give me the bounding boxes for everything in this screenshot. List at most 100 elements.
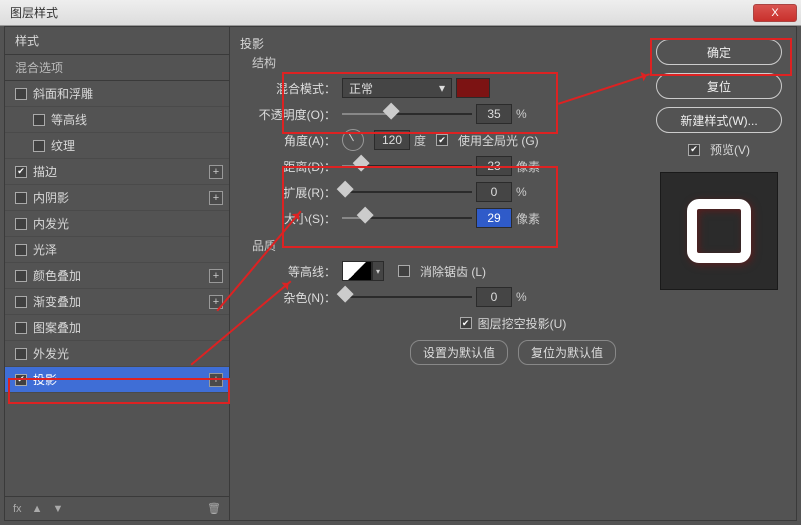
size-unit: 像素	[516, 210, 540, 227]
style-checkbox[interactable]	[15, 270, 27, 282]
size-slider[interactable]	[342, 211, 472, 225]
add-effect-icon[interactable]: +	[209, 269, 223, 283]
sidebar-item-2[interactable]: 纹理	[5, 133, 229, 159]
noise-label: 杂色(N)：	[252, 289, 342, 306]
preview-checkbox[interactable]	[688, 144, 700, 156]
distance-slider[interactable]	[342, 159, 472, 173]
sidebar-item-10[interactable]: 外发光	[5, 341, 229, 367]
chevron-down-icon: ▾	[439, 81, 445, 95]
sidebar-item-label: 等高线	[51, 111, 87, 128]
sidebar-item-3[interactable]: 描边 +	[5, 159, 229, 185]
distance-unit: 像素	[516, 158, 540, 175]
preview-toggle[interactable]: 预览(V)	[688, 141, 750, 158]
blend-mode-label: 混合模式：	[252, 80, 342, 97]
spread-slider[interactable]	[342, 185, 472, 199]
add-effect-icon[interactable]: +	[209, 295, 223, 309]
style-checkbox[interactable]	[15, 348, 27, 360]
style-checkbox[interactable]	[15, 192, 27, 204]
sidebar-item-5[interactable]: 内发光	[5, 211, 229, 237]
distance-label: 距离(D)：	[252, 158, 342, 175]
shadow-color-swatch[interactable]	[456, 78, 490, 98]
reset-default-button[interactable]: 复位为默认值	[518, 340, 616, 365]
sidebar-item-label: 内发光	[33, 215, 69, 232]
close-button[interactable]: X	[753, 4, 797, 22]
preview-shape	[687, 199, 751, 263]
sidebar-item-label: 外发光	[33, 345, 69, 362]
sidebar-item-11[interactable]: 投影+	[5, 367, 229, 393]
sidebar-blend-options[interactable]: 混合选项	[5, 55, 229, 81]
sidebar-item-4[interactable]: 内阴影 +	[5, 185, 229, 211]
size-input[interactable]	[476, 208, 512, 228]
preview-box	[660, 172, 778, 290]
contour-dropdown[interactable]: ▾	[372, 261, 384, 281]
size-label: 大小(S)：	[252, 210, 342, 227]
add-effect-icon[interactable]: +	[209, 191, 223, 205]
sidebar-item-label: 图案叠加	[33, 319, 81, 336]
move-down-icon[interactable]: ▼	[52, 503, 63, 515]
contour-label: 等高线：	[252, 263, 342, 280]
sidebar-item-9[interactable]: 图案叠加	[5, 315, 229, 341]
sidebar-item-label: 渐变叠加	[33, 293, 81, 310]
sidebar-item-7[interactable]: 颜色叠加 +	[5, 263, 229, 289]
opacity-slider[interactable]	[342, 107, 472, 121]
style-checkbox[interactable]	[15, 296, 27, 308]
angle-dial[interactable]	[342, 129, 364, 151]
style-checkbox[interactable]	[15, 374, 27, 386]
style-checkbox[interactable]	[15, 166, 27, 178]
add-effect-icon[interactable]: +	[209, 165, 223, 179]
spread-label: 扩展(R)：	[252, 184, 342, 201]
sidebar-item-label: 颜色叠加	[33, 267, 81, 284]
sidebar-footer: fx ▲ ▼ 🗑	[5, 496, 229, 520]
fx-icon[interactable]: fx	[13, 503, 22, 515]
sidebar-item-label: 光泽	[33, 241, 57, 258]
noise-input[interactable]	[476, 287, 512, 307]
move-up-icon[interactable]: ▲	[32, 503, 43, 515]
window-title: 图层样式	[10, 4, 58, 21]
style-checkbox[interactable]	[15, 88, 27, 100]
antialias-label: 消除锯齿 (L)	[420, 263, 486, 280]
sidebar-item-label: 描边	[33, 163, 57, 180]
global-light-label: 使用全局光 (G)	[458, 132, 539, 149]
sidebar: 样式 混合选项 斜面和浮雕等高线纹理描边 + 内阴影 + 内发光光泽颜色叠加 + 渐变叠加 +…	[5, 27, 230, 520]
style-checkbox[interactable]	[15, 322, 27, 334]
distance-input[interactable]	[476, 156, 512, 176]
row-knockout: 图层挖空投影(U)	[234, 310, 792, 336]
style-checkbox[interactable]	[33, 114, 45, 126]
sidebar-item-6[interactable]: 光泽	[5, 237, 229, 263]
add-effect-icon[interactable]: +	[209, 373, 223, 387]
cancel-button[interactable]: 复位	[656, 73, 782, 99]
sidebar-item-label: 纹理	[51, 137, 75, 154]
titlebar: 图层样式 X	[0, 0, 801, 26]
sidebar-header: 样式	[5, 27, 229, 55]
set-default-button[interactable]: 设置为默认值	[410, 340, 508, 365]
style-checkbox[interactable]	[33, 140, 45, 152]
spread-input[interactable]	[476, 182, 512, 202]
spread-unit: %	[516, 185, 527, 199]
trash-icon[interactable]: 🗑	[207, 502, 221, 515]
angle-input[interactable]	[374, 130, 410, 150]
main-panel: 投影 结构 混合模式： 正常 ▾ 不透明度(O)： % 角度(A)： 度	[230, 27, 796, 520]
sidebar-item-0[interactable]: 斜面和浮雕	[5, 81, 229, 107]
new-style-button[interactable]: 新建样式(W)...	[656, 107, 782, 133]
opacity-input[interactable]	[476, 104, 512, 124]
dialog-body: 样式 混合选项 斜面和浮雕等高线纹理描边 + 内阴影 + 内发光光泽颜色叠加 + 渐变叠加 +…	[4, 26, 797, 521]
style-checkbox[interactable]	[15, 218, 27, 230]
opacity-label: 不透明度(O)：	[252, 106, 342, 123]
style-checkbox[interactable]	[15, 244, 27, 256]
global-light-checkbox[interactable]	[436, 134, 448, 146]
angle-unit: 度	[414, 132, 426, 149]
blend-mode-dropdown[interactable]: 正常 ▾	[342, 78, 452, 98]
sidebar-item-1[interactable]: 等高线	[5, 107, 229, 133]
opacity-unit: %	[516, 107, 527, 121]
right-panel: 确定 复位 新建样式(W)... 预览(V)	[654, 39, 784, 290]
sidebar-item-label: 内阴影	[33, 189, 69, 206]
antialias-checkbox[interactable]	[398, 265, 410, 277]
knockout-label: 图层挖空投影(U)	[478, 315, 567, 332]
noise-slider[interactable]	[342, 290, 472, 304]
contour-swatch[interactable]	[342, 261, 372, 281]
sidebar-item-label: 斜面和浮雕	[33, 85, 93, 102]
knockout-checkbox[interactable]	[460, 317, 472, 329]
ok-button[interactable]: 确定	[656, 39, 782, 65]
sidebar-item-8[interactable]: 渐变叠加 +	[5, 289, 229, 315]
close-icon: X	[771, 7, 778, 19]
